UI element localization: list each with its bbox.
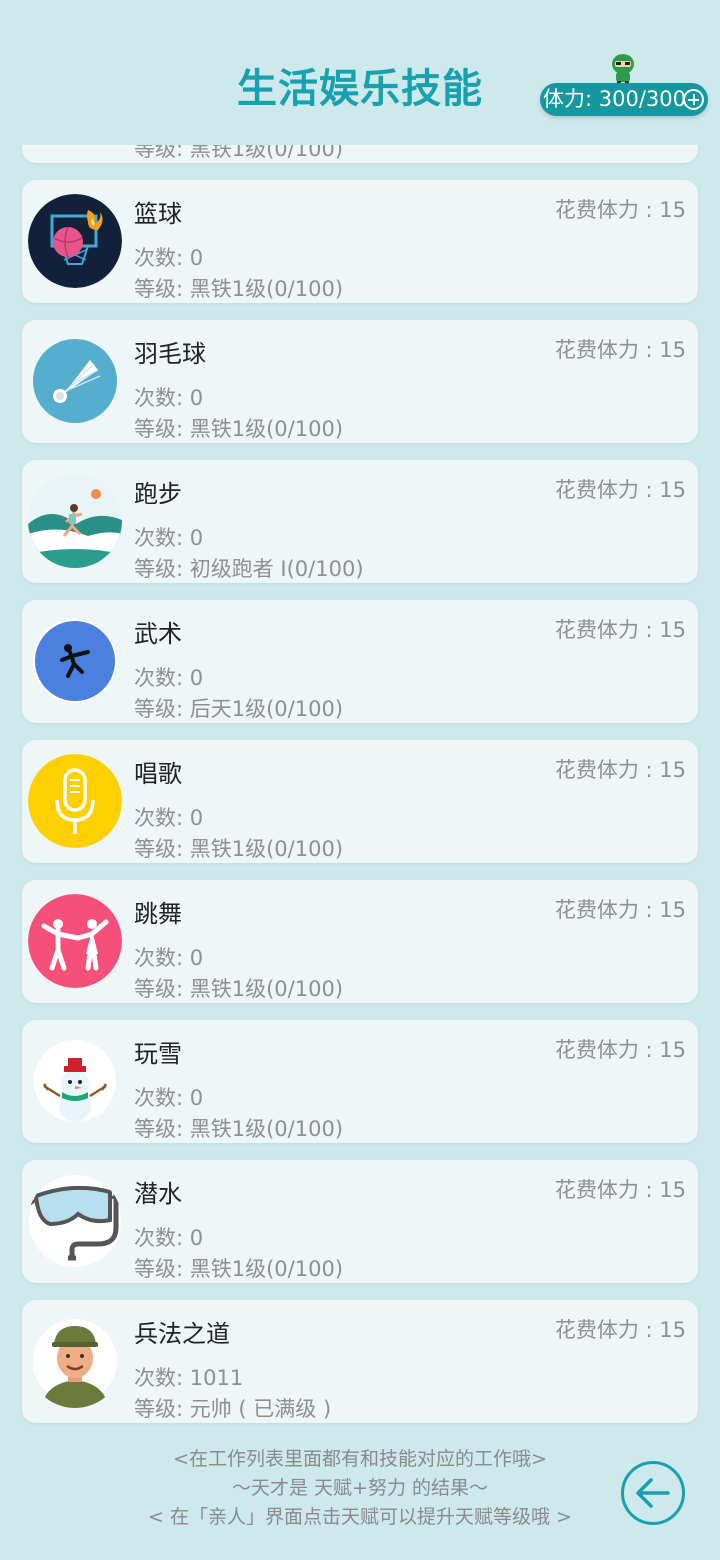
- skill-name: 兵法之道: [134, 1320, 230, 1348]
- skill-cost: 花费体力 : 15: [554, 1318, 686, 1342]
- skill-list[interactable]: 等级: 黑铁1级(0/100) 篮球 花费体力 : 15 次数: 0 等级: 黑…: [0, 0, 720, 1440]
- skill-name: 跑步: [134, 480, 182, 508]
- skill-cost: 花费体力 : 15: [554, 478, 686, 502]
- skill-cost: 花费体力 : 15: [554, 898, 686, 922]
- skill-cost: 花费体力 : 15: [554, 758, 686, 782]
- skill-level: 等级: 黑铁1级(0/100): [134, 1117, 344, 1141]
- diving-mask-icon: [28, 1174, 122, 1268]
- footer: <在工作列表里面都有和技能对应的工作哦> ～天才是 天赋+努力 的结果～ < 在…: [0, 1438, 720, 1560]
- skill-name: 潜水: [134, 1180, 182, 1208]
- skill-level: 等级: 黑铁1级(0/100): [134, 277, 344, 301]
- skill-card-diving[interactable]: 潜水 花费体力 : 15 次数: 0 等级: 黑铁1级(0/100): [22, 1160, 698, 1283]
- stamina-badge[interactable]: 体力: 300/300: [540, 83, 708, 116]
- add-stamina-icon[interactable]: [683, 89, 704, 110]
- footer-tip-3: < 在「亲人」界面点击天赋可以提升天赋等级哦 >: [148, 1506, 572, 1528]
- skill-count: 次数: 0: [134, 806, 204, 830]
- back-button[interactable]: [621, 1461, 685, 1525]
- basketball-icon: [28, 194, 122, 288]
- skill-level: 等级: 初级跑者 I(0/100): [134, 557, 364, 581]
- microphone-icon: [28, 754, 122, 848]
- snowman-icon: [28, 1034, 122, 1128]
- skill-name: 篮球: [134, 200, 182, 228]
- badminton-icon: [28, 334, 122, 428]
- skill-level: 等级: 黑铁1级(0/100): [134, 977, 344, 1001]
- skill-count: 次数: 0: [134, 246, 204, 270]
- skill-level: 等级: 黑铁1级(0/100): [134, 1257, 344, 1281]
- skill-card-basketball[interactable]: 篮球 花费体力 : 15 次数: 0 等级: 黑铁1级(0/100): [22, 180, 698, 303]
- back-arrow-icon: [636, 1478, 670, 1508]
- skill-name: 唱歌: [134, 760, 182, 788]
- stamina-label: 体力: 300/300: [543, 87, 686, 111]
- skill-cost: 花费体力 : 15: [554, 1038, 686, 1062]
- skill-cost: 花费体力 : 15: [554, 618, 686, 642]
- dance-icon: [28, 894, 122, 988]
- soldier-icon: [28, 1314, 122, 1408]
- skill-card-singing[interactable]: 唱歌 花费体力 : 15 次数: 0 等级: 黑铁1级(0/100): [22, 740, 698, 863]
- skill-count: 次数: 1011: [134, 1366, 244, 1390]
- skill-name: 武术: [134, 620, 182, 648]
- skill-cost: 花费体力 : 15: [554, 338, 686, 362]
- skill-count: 次数: 0: [134, 946, 204, 970]
- skill-level: 等级: 黑铁1级(0/100): [134, 417, 344, 441]
- skill-level: 等级: 黑铁1级(0/100): [134, 837, 344, 861]
- martial-arts-icon: [28, 614, 122, 708]
- skill-count: 次数: 0: [134, 1226, 204, 1250]
- skill-name: 玩雪: [134, 1040, 182, 1068]
- skill-name: 羽毛球: [134, 340, 206, 368]
- skill-cost: 花费体力 : 15: [554, 1178, 686, 1202]
- skill-count: 次数: 0: [134, 1086, 204, 1110]
- running-icon: [28, 474, 122, 568]
- skill-count: 次数: 0: [134, 666, 204, 690]
- skill-name: 跳舞: [134, 900, 182, 928]
- skill-count: 次数: 0: [134, 386, 204, 410]
- skill-card-martial-arts[interactable]: 武术 花费体力 : 15 次数: 0 等级: 后天1级(0/100): [22, 600, 698, 723]
- skill-card-snow[interactable]: 玩雪 花费体力 : 15 次数: 0 等级: 黑铁1级(0/100): [22, 1020, 698, 1143]
- skill-card-running[interactable]: 跑步 花费体力 : 15 次数: 0 等级: 初级跑者 I(0/100): [22, 460, 698, 583]
- skill-level: 等级: 元帅 ( 已满级 ): [134, 1397, 332, 1421]
- skill-cost: 花费体力 : 15: [554, 198, 686, 222]
- skill-count: 次数: 0: [134, 526, 204, 550]
- header: 生活娱乐技能 体力: 300/300: [0, 0, 720, 145]
- skill-card-strategy[interactable]: 兵法之道 花费体力 : 15 次数: 1011 等级: 元帅 ( 已满级 ): [22, 1300, 698, 1423]
- skill-card-badminton[interactable]: 羽毛球 花费体力 : 15 次数: 0 等级: 黑铁1级(0/100): [22, 320, 698, 443]
- footer-tip-2: ～天才是 天赋+努力 的结果～: [232, 1477, 488, 1499]
- mascot-icon: [608, 52, 638, 86]
- footer-tip-1: <在工作列表里面都有和技能对应的工作哦>: [173, 1448, 547, 1470]
- skill-level: 等级: 后天1级(0/100): [134, 697, 344, 721]
- skill-card-dancing[interactable]: 跳舞 花费体力 : 15 次数: 0 等级: 黑铁1级(0/100): [22, 880, 698, 1003]
